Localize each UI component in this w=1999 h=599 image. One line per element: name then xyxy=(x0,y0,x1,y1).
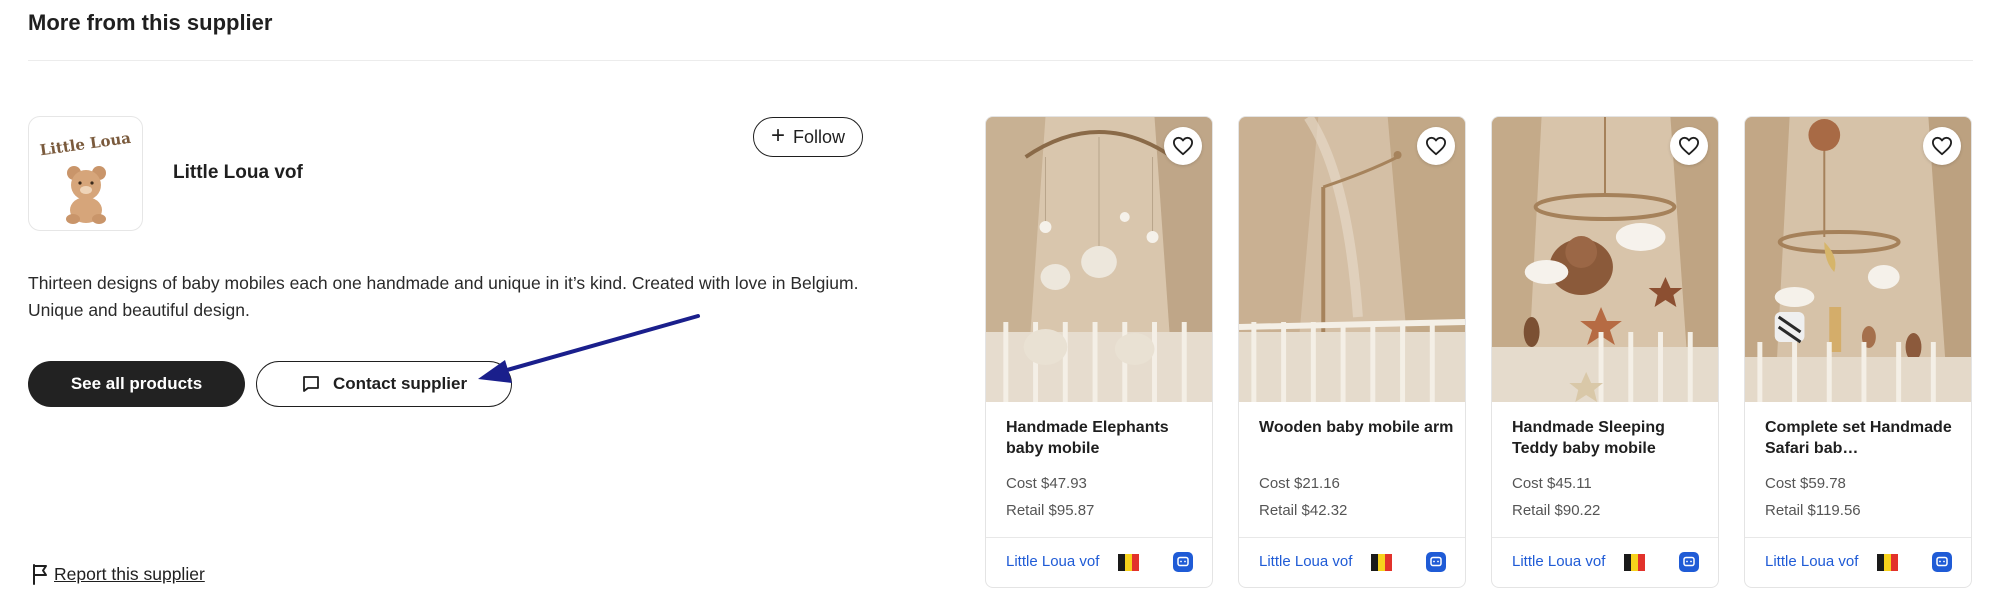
card-divider xyxy=(986,537,1212,538)
product-card[interactable]: Complete set Handmade Safari bab… Cost $… xyxy=(1744,116,1972,588)
belgium-flag-icon xyxy=(1371,554,1392,571)
see-all-products-button[interactable]: See all products xyxy=(28,361,245,407)
follow-label: Follow xyxy=(793,126,846,147)
belgium-flag-icon xyxy=(1624,554,1645,571)
chat-icon[interactable] xyxy=(1932,552,1952,572)
product-vendor-link[interactable]: Little Loua vof xyxy=(1765,553,1858,570)
product-cost: Cost $59.78 xyxy=(1765,475,1846,492)
heart-icon xyxy=(1678,136,1699,156)
product-image[interactable] xyxy=(1492,117,1718,402)
chat-icon[interactable] xyxy=(1173,552,1193,572)
product-name[interactable]: Complete set Handmade Safari bab… xyxy=(1765,417,1960,459)
favorite-button[interactable] xyxy=(1670,127,1708,165)
product-cost: Cost $45.11 xyxy=(1512,475,1592,492)
product-retail: Retail $95.87 xyxy=(1006,502,1095,519)
teddy-logo-icon: Little Loua xyxy=(39,129,133,224)
product-image[interactable] xyxy=(1239,117,1465,402)
supplier-name[interactable]: Little Loua vof xyxy=(173,162,303,184)
supplier-description: Thirteen designs of baby mobiles each on… xyxy=(28,273,859,320)
card-divider xyxy=(1492,537,1718,538)
product-name[interactable]: Wooden baby mobile arm xyxy=(1259,417,1454,438)
product-cost: Cost $21.16 xyxy=(1259,475,1340,492)
belgium-flag-icon xyxy=(1877,554,1898,571)
favorite-button[interactable] xyxy=(1417,127,1455,165)
product-image[interactable] xyxy=(986,117,1212,402)
product-cost: Cost $47.93 xyxy=(1006,475,1087,492)
product-retail: Retail $119.56 xyxy=(1765,502,1861,519)
product-name[interactable]: Handmade Sleeping Teddy baby mobile xyxy=(1512,417,1707,459)
product-image[interactable] xyxy=(1745,117,1971,402)
supplier-logo[interactable]: Little Loua xyxy=(28,116,143,231)
section-title: More from this supplier xyxy=(28,10,273,35)
chat-icon[interactable] xyxy=(1679,552,1699,572)
product-vendor-link[interactable]: Little Loua vof xyxy=(1006,553,1099,570)
flag-icon xyxy=(33,564,47,585)
belgium-flag-icon xyxy=(1118,554,1139,571)
follow-button[interactable]: + Follow xyxy=(753,117,863,157)
product-retail: Retail $90.22 xyxy=(1512,502,1601,519)
product-card[interactable]: Handmade Sleeping Teddy baby mobile Cost… xyxy=(1491,116,1719,588)
contact-supplier-label: Contact supplier xyxy=(332,374,468,393)
product-name[interactable]: Handmade Elephants baby mobile xyxy=(1006,417,1201,459)
report-supplier-link[interactable]: Report this supplier xyxy=(30,563,205,585)
heart-icon xyxy=(1931,136,1952,156)
plus-icon: + xyxy=(770,122,785,149)
contact-supplier-button[interactable]: Contact supplier xyxy=(256,361,512,407)
product-retail: Retail $42.32 xyxy=(1259,502,1348,519)
favorite-button[interactable] xyxy=(1164,127,1202,165)
heart-icon xyxy=(1425,136,1446,156)
product-card[interactable]: Handmade Elephants baby mobile Cost $47.… xyxy=(985,116,1213,588)
product-card[interactable]: Wooden baby mobile arm Cost $21.16 Retai… xyxy=(1238,116,1466,588)
chat-bubble-icon xyxy=(303,376,319,392)
heart-icon xyxy=(1172,136,1193,156)
card-divider xyxy=(1239,537,1465,538)
product-vendor-link[interactable]: Little Loua vof xyxy=(1259,553,1352,570)
favorite-button[interactable] xyxy=(1923,127,1961,165)
report-supplier-label: Report this supplier xyxy=(54,563,205,584)
chat-icon[interactable] xyxy=(1426,552,1446,572)
card-divider xyxy=(1745,537,1971,538)
svg-text:Little Loua: Little Loua xyxy=(39,129,133,160)
product-vendor-link[interactable]: Little Loua vof xyxy=(1512,553,1605,570)
divider xyxy=(28,60,1973,61)
